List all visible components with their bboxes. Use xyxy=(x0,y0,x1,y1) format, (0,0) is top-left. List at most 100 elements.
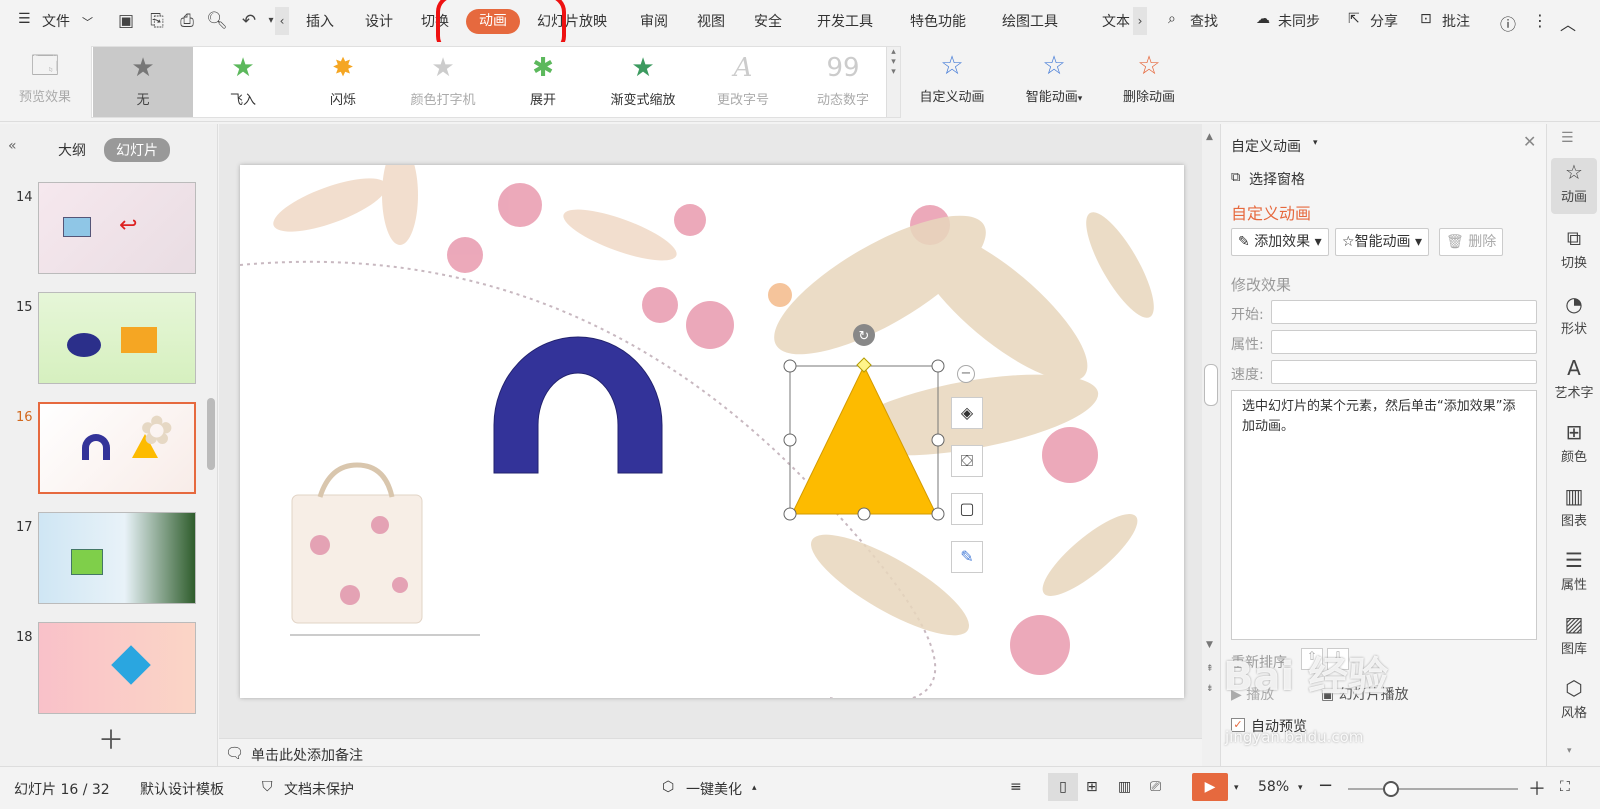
custom-animation-button[interactable]: ☆ 自定义动画 xyxy=(910,46,994,118)
zoom-slider[interactable] xyxy=(1348,788,1518,790)
brush-icon[interactable]: ✎ xyxy=(951,541,983,573)
presenter-view-icon[interactable]: ⎚ xyxy=(1150,779,1161,795)
tab-features[interactable]: 特色功能 xyxy=(910,11,966,31)
panel-title[interactable]: 自定义动画 xyxy=(1231,136,1301,156)
reading-view-icon[interactable]: ▥ xyxy=(1118,779,1131,795)
sidebar-item-style[interactable]: ⬡ 风格 xyxy=(1551,674,1597,730)
tab-design[interactable]: 设计 xyxy=(365,11,393,31)
delete-button[interactable]: 🗑︎ 删除 xyxy=(1439,228,1504,256)
scroll-right-icon[interactable]: › xyxy=(1133,7,1147,35)
save-icon[interactable]: ▣ xyxy=(115,10,137,32)
canvas-scrollbar[interactable]: ▲ ▼ ⇞ ⇟ xyxy=(1202,124,1220,766)
start-select[interactable] xyxy=(1271,300,1537,324)
undo-icon[interactable]: ↶ xyxy=(238,10,260,32)
gallery-scroll[interactable]: ▴ ▾ ▾ xyxy=(886,47,900,117)
scroll-left-icon[interactable]: ‹ xyxy=(275,7,289,35)
tab-drawing-tools[interactable]: 绘图工具 xyxy=(1002,11,1058,31)
search-icon[interactable]: ⌕ xyxy=(1168,11,1176,27)
play-slideshow-button[interactable]: ▶ xyxy=(1192,773,1228,801)
output-icon[interactable]: ⎘ xyxy=(146,10,168,32)
zoom-in-button[interactable]: ＋ xyxy=(1528,775,1546,801)
add-effect-button[interactable]: ✎ 添加效果 ▾ xyxy=(1231,228,1329,256)
chevron-down-icon[interactable]: ▾ xyxy=(1234,783,1239,793)
zoom-level[interactable]: 58% xyxy=(1258,779,1289,795)
gallery-item-expand[interactable]: ✱ 展开 xyxy=(493,47,593,117)
sidebar-item-gallery[interactable]: ▨ 图库 xyxy=(1551,610,1597,666)
print-icon[interactable]: ⎙ xyxy=(176,10,198,32)
smart-animation-dropdown[interactable]: ☆智能动画 ▾ xyxy=(1335,228,1430,256)
normal-view-icon[interactable]: ▯ xyxy=(1048,773,1078,801)
chevron-up-icon[interactable]: ▴ xyxy=(752,783,757,793)
select-pane-link[interactable]: 选择窗格 xyxy=(1249,169,1305,189)
property-select[interactable] xyxy=(1271,330,1537,354)
add-slide-button[interactable]: ＋ xyxy=(98,720,124,757)
sidebar-item-shape[interactable]: ◔ 形状 xyxy=(1551,290,1597,346)
chevron-down-icon[interactable]: ﹀ xyxy=(82,14,93,30)
smart-animation-button[interactable]: ☆ 智能动画▾ xyxy=(1010,46,1098,118)
slide-thumbnail-14[interactable]: ↩ xyxy=(38,182,196,274)
gallery-item-typewriter[interactable]: ★ 颜色打字机 xyxy=(393,47,493,117)
tab-outline[interactable]: 大纲 xyxy=(58,140,86,160)
slide-thumbnail-15[interactable] xyxy=(38,292,196,384)
search-button[interactable]: 查找 xyxy=(1190,11,1218,31)
print-preview-icon[interactable]: 🔍︎ xyxy=(206,10,228,32)
chevron-down-icon[interactable]: ▾ xyxy=(1298,783,1303,793)
slide-thumbnail-16[interactable]: ✿ xyxy=(38,402,196,494)
sidebar-item-color[interactable]: ⊞ 颜色 xyxy=(1551,418,1597,474)
notes-bar[interactable]: 🗨︎ 单击此处添加备注 xyxy=(219,738,1202,768)
zoom-slider-thumb[interactable] xyxy=(1383,781,1399,797)
fit-window-icon[interactable]: ⛶ xyxy=(1560,779,1570,795)
file-menu[interactable]: 文件 xyxy=(42,11,70,31)
preview-effect-button[interactable]: 🗔 预览效果 xyxy=(12,46,78,118)
animation-list[interactable]: 选中幻灯片的某个元素，然后单击“添加效果”添加动画。 xyxy=(1231,390,1537,640)
tab-developer[interactable]: 开发工具 xyxy=(817,11,873,31)
delete-animation-button[interactable]: ☆ 删除动画 xyxy=(1114,46,1184,118)
zoom-out-button[interactable]: − xyxy=(1318,775,1333,796)
collapse-panel-icon[interactable]: « xyxy=(8,138,17,154)
beautify-button[interactable]: 一键美化 xyxy=(686,779,742,799)
sidebar-item-transition[interactable]: ⧉ 切换 xyxy=(1551,224,1597,280)
sorter-view-icon[interactable]: ⊞ xyxy=(1086,779,1098,795)
tab-slides[interactable]: 幻灯片 xyxy=(104,138,170,162)
sync-status[interactable]: 未同步 xyxy=(1278,11,1320,31)
outline-icon[interactable]: ▢ xyxy=(951,493,983,525)
more-icon[interactable]: ⋮ xyxy=(1532,11,1548,30)
collapse-ribbon-icon[interactable]: ︿ xyxy=(1560,11,1576,35)
protection-status[interactable]: 文档未保护 xyxy=(284,779,354,799)
gallery-item-flash[interactable]: ✸ 闪烁 xyxy=(293,47,393,117)
chevron-down-icon[interactable]: ▾ xyxy=(1313,138,1318,148)
sidebar-item-chart[interactable]: ▥ 图表 xyxy=(1551,482,1597,538)
layers-icon[interactable]: ◈ xyxy=(951,397,983,429)
tab-view[interactable]: 视图 xyxy=(697,11,725,31)
hamburger-icon[interactable]: ☰ xyxy=(18,11,31,27)
help-icon[interactable]: ⓘ xyxy=(1500,11,1516,35)
tab-insert[interactable]: 插入 xyxy=(306,11,334,31)
gallery-item-zoom[interactable]: ★ 渐变式缩放 xyxy=(593,47,693,117)
close-icon[interactable]: ✕ xyxy=(1523,132,1536,151)
menu-icon[interactable]: ☰ xyxy=(1561,130,1574,146)
gallery-item-fly-in[interactable]: ★ 飞入 xyxy=(193,47,293,117)
thumbnail-scrollbar[interactable] xyxy=(207,398,215,470)
slide[interactable]: ↻ − ◈ ⛋ ▢ ✎ xyxy=(240,165,1184,698)
share-button[interactable]: 分享 xyxy=(1370,11,1398,31)
template-name[interactable]: 默认设计模板 xyxy=(140,779,224,799)
gallery-item-font-size[interactable]: A 更改字号 xyxy=(693,47,793,117)
fill-icon[interactable]: ⛋ xyxy=(951,445,983,477)
sidebar-item-wordart[interactable]: A 艺术字 xyxy=(1551,354,1597,410)
sidebar-item-property[interactable]: ☰ 属性 xyxy=(1551,546,1597,602)
notes-placeholder[interactable]: 单击此处添加备注 xyxy=(251,745,363,765)
slide-thumbnail-17[interactable] xyxy=(38,512,196,604)
property-label: 属性: xyxy=(1231,337,1264,353)
collapse-tools-icon[interactable]: − xyxy=(957,365,975,383)
slide-thumbnail-18[interactable] xyxy=(38,622,196,714)
speed-select[interactable] xyxy=(1271,360,1537,384)
gallery-item-none[interactable]: ★ 无 xyxy=(93,47,193,117)
gallery-item-dynamic-number[interactable]: 99 动态数字 xyxy=(793,47,893,117)
tab-text[interactable]: 文本 xyxy=(1102,11,1130,31)
notes-toggle-icon[interactable]: ≡ xyxy=(1010,779,1022,795)
tab-security[interactable]: 安全 xyxy=(754,11,782,31)
tab-review[interactable]: 审阅 xyxy=(640,11,668,31)
chevron-down-icon[interactable]: ▾ xyxy=(1567,746,1572,756)
review-button[interactable]: 批注 xyxy=(1442,11,1470,31)
sidebar-item-animation[interactable]: ☆ 动画 xyxy=(1551,158,1597,214)
